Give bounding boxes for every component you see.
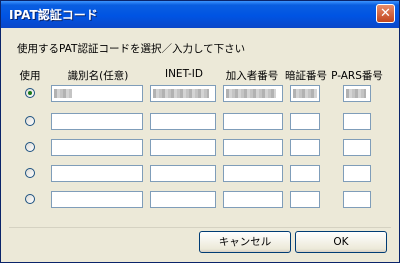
row-2-pin-field[interactable]: [290, 113, 320, 130]
row-4-name-field[interactable]: [51, 165, 143, 182]
redacted-value: [226, 89, 276, 98]
row-5-name-field[interactable]: [51, 191, 143, 208]
row-2-name-field[interactable]: [51, 113, 143, 130]
cancel-button[interactable]: キャンセル: [199, 231, 291, 253]
row-5-pin-field[interactable]: [290, 191, 320, 208]
row-3-pin-field[interactable]: [290, 139, 320, 156]
row-1-inet-id-field[interactable]: [150, 85, 216, 102]
row-2-pars-field[interactable]: [343, 113, 371, 130]
header-subscriber: 加入者番号: [225, 70, 279, 82]
row-3-name-field[interactable]: [51, 139, 143, 156]
instruction-text: 使用するPAT認証コードを選択／入力して下さい: [17, 43, 246, 55]
redacted-value: [153, 89, 209, 98]
row-2-subscriber-field[interactable]: [223, 113, 283, 130]
row-1-pars-field[interactable]: [343, 85, 371, 102]
row-5-subscriber-field[interactable]: [223, 191, 283, 208]
row-3-pars-field[interactable]: [343, 139, 371, 156]
header-inet-id: INET-ID: [164, 68, 203, 80]
header-use: 使用: [19, 70, 41, 82]
redacted-value: [54, 89, 72, 98]
row-1-subscriber-field[interactable]: [223, 85, 283, 102]
row-5-inet-id-field[interactable]: [150, 191, 216, 208]
close-icon: ✕: [380, 6, 391, 21]
row-2-inet-id-field[interactable]: [150, 113, 216, 130]
header-pars: P-ARS番号: [331, 70, 383, 82]
divider: [9, 227, 391, 228]
row-4-pars-field[interactable]: [343, 165, 371, 182]
row-3-radio[interactable]: [25, 142, 35, 152]
redacted-value: [293, 89, 317, 98]
row-3-inet-id-field[interactable]: [150, 139, 216, 156]
row-1-pin-field[interactable]: [290, 85, 320, 102]
ok-button[interactable]: OK: [295, 231, 387, 253]
row-2-radio[interactable]: [25, 116, 35, 126]
ipat-dialog: IPAT認証コード ✕ 使用するPAT認証コードを選択／入力して下さい 使用 識…: [0, 0, 400, 263]
row-4-radio[interactable]: [25, 168, 35, 178]
row-5-radio[interactable]: [25, 194, 35, 204]
window-title: IPAT認証コード: [9, 8, 98, 22]
row-1-radio[interactable]: [25, 88, 35, 98]
row-4-inet-id-field[interactable]: [150, 165, 216, 182]
close-button[interactable]: ✕: [376, 4, 395, 23]
header-name: 識別名(任意): [67, 70, 129, 82]
row-1-name-field[interactable]: [51, 85, 143, 102]
row-3-subscriber-field[interactable]: [223, 139, 283, 156]
row-4-subscriber-field[interactable]: [223, 165, 283, 182]
row-4-pin-field[interactable]: [290, 165, 320, 182]
title-bar[interactable]: IPAT認証コード ✕: [1, 1, 399, 28]
row-5-pars-field[interactable]: [343, 191, 371, 208]
header-pin: 暗証番号: [285, 70, 327, 82]
redacted-value: [346, 89, 366, 98]
